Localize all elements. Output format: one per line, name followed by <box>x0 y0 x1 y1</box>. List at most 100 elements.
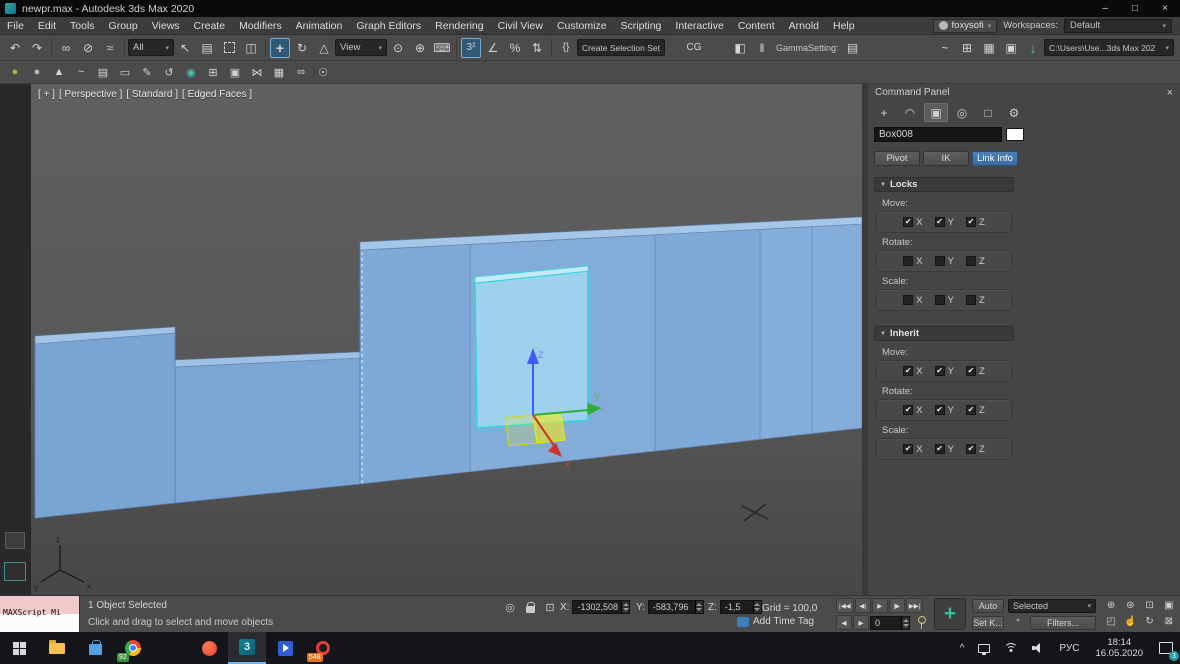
inherit-rotate-y-checkbox[interactable]: ✔Y <box>935 405 954 416</box>
set-keys-button[interactable]: + <box>934 598 966 630</box>
select-by-name-icon[interactable]: ▤ <box>197 38 217 58</box>
object-color-swatch[interactable] <box>1006 128 1024 141</box>
next-key-button[interactable]: |▶ <box>889 598 905 613</box>
menu-civil-view[interactable]: Civil View <box>491 17 550 34</box>
zoom-icon[interactable]: ⊕ <box>1102 598 1120 613</box>
inherit-rollout-header[interactable]: ▼ Inherit <box>874 326 1014 341</box>
previous-key-button[interactable]: ◀| <box>855 598 871 613</box>
inherit-move-z-checkbox[interactable]: ✔Z <box>966 366 985 377</box>
tab-create[interactable]: + <box>872 103 896 122</box>
redo-icon[interactable]: ↷ <box>27 38 47 58</box>
locks-rotate-x-checkbox[interactable]: X <box>903 256 922 267</box>
window-crossing-icon[interactable]: ◫ <box>241 38 261 58</box>
menu-tools[interactable]: Tools <box>63 17 102 34</box>
selection-filter-dropdown[interactable]: All ▾ <box>128 39 174 56</box>
menu-create[interactable]: Create <box>187 17 233 34</box>
inherit-rotate-x-checkbox[interactable]: ✔X <box>903 405 922 416</box>
named-selection-sets-dropdown[interactable]: Create Selection Set ▾ <box>577 39 665 56</box>
panel-icon[interactable]: ▤ <box>93 63 113 81</box>
menu-modifiers[interactable]: Modifiers <box>232 17 289 34</box>
rectangular-selection-region-icon[interactable] <box>219 38 239 58</box>
go-to-start-button[interactable]: |◀◀ <box>836 598 854 613</box>
select-and-scale-icon[interactable]: △ <box>314 38 334 58</box>
tab-utilities[interactable]: ⚙ <box>1002 103 1026 122</box>
menu-animation[interactable]: Animation <box>289 17 350 34</box>
red-app-icon[interactable] <box>190 632 228 664</box>
absolute-mode-icon[interactable]: ⊡ <box>542 599 558 615</box>
clock[interactable]: 18:14 16.05.2020 <box>1086 632 1152 664</box>
key-mode-toggle-icon[interactable] <box>914 615 928 630</box>
workspace-dropdown[interactable]: Default ▾ <box>1064 19 1172 33</box>
geosphere-icon[interactable]: ◉ <box>181 63 201 81</box>
file-explorer-icon[interactable] <box>38 632 76 664</box>
viewport-layout-thumbnail[interactable] <box>4 562 26 581</box>
close-icon[interactable]: × <box>1167 87 1173 99</box>
menu-customize[interactable]: Customize <box>550 17 614 34</box>
viewport-renderer-menu[interactable]: [ Standard ] <box>126 89 178 100</box>
selected-box[interactable] <box>475 266 588 428</box>
zoom-region-icon[interactable]: ◰ <box>1102 614 1120 629</box>
wifi-icon[interactable] <box>997 632 1025 664</box>
bind-to-space-warp-icon[interactable]: ≈ <box>100 38 120 58</box>
menu-group[interactable]: Group <box>102 17 145 34</box>
x-coordinate-field[interactable]: -1302,508 <box>572 600 630 614</box>
inherit-move-x-checkbox[interactable]: ✔X <box>903 366 922 377</box>
spinner-snap-icon[interactable]: ⇅ <box>527 38 547 58</box>
use-pivot-point-icon[interactable]: ⊙ <box>388 38 408 58</box>
maxscript-mini-listener[interactable]: MAXScript Mi <box>0 596 80 633</box>
locks-rollout-header[interactable]: ▼ Locks <box>874 177 1014 192</box>
locks-rotate-y-checkbox[interactable]: Y <box>935 256 954 267</box>
zoom-all-icon[interactable]: ⊛ <box>1121 598 1139 613</box>
add-time-tag[interactable]: Add Time Tag <box>737 616 814 627</box>
ruler-icon[interactable]: ▭ <box>115 63 135 81</box>
select-and-rotate-icon[interactable]: ↻ <box>292 38 312 58</box>
cg-button[interactable]: CG <box>684 38 704 58</box>
tab-hierarchy[interactable]: ▣ <box>924 103 948 122</box>
next-frame-button[interactable]: ▶ <box>853 615 869 630</box>
rendered-frame-window-icon[interactable]: ▣ <box>1001 38 1021 58</box>
mirror-icon[interactable]: ◧ <box>730 38 750 58</box>
pencil-icon[interactable]: ✎ <box>137 63 157 81</box>
account-menu[interactable]: foxysofi ▾ <box>933 19 998 33</box>
zoom-extents-all-icon[interactable]: ▣ <box>1160 598 1178 613</box>
selection-set-key-dropdown[interactable]: Selected ▾ <box>1008 599 1096 613</box>
pan-icon[interactable]: ☝ <box>1121 614 1139 629</box>
curve-editor-icon[interactable]: ~ <box>935 38 955 58</box>
orbit-icon[interactable]: ↻ <box>1141 614 1159 629</box>
edit-named-selection-sets-icon[interactable]: {} <box>556 38 576 58</box>
schematic-view-icon[interactable]: ⊞ <box>957 38 977 58</box>
percent-snap-icon[interactable]: % <box>505 38 525 58</box>
viewport-layout-tab[interactable] <box>5 532 25 549</box>
loop-icon[interactable]: ↺ <box>159 63 179 81</box>
tab-modify[interactable]: ◠ <box>898 103 922 122</box>
menu-interactive[interactable]: Interactive <box>668 17 730 34</box>
auto-key-button[interactable]: Auto <box>972 599 1004 613</box>
select-and-move-icon[interactable]: + <box>270 38 290 58</box>
language-indicator[interactable]: РУС <box>1052 632 1086 664</box>
unlink-selection-icon[interactable]: ⊘ <box>78 38 98 58</box>
angle-snap-icon[interactable]: ∠ <box>483 38 503 58</box>
selection-lock-icon[interactable] <box>522 599 538 615</box>
mountain-icon[interactable]: ▲ <box>49 63 69 81</box>
key-brackets-icon[interactable]: ” <box>1010 616 1026 630</box>
inherit-scale-z-checkbox[interactable]: ✔Z <box>966 444 985 455</box>
menu-scripting[interactable]: Scripting <box>614 17 669 34</box>
bulb-icon[interactable]: ● <box>5 63 25 81</box>
go-to-end-button[interactable]: ▶▶| <box>906 598 924 613</box>
keyboard-shortcut-override-icon[interactable]: ⌨ <box>432 38 452 58</box>
menu-file[interactable]: File <box>0 17 31 34</box>
locks-move-x-checkbox[interactable]: ✔X <box>903 217 922 228</box>
viewport-canvas[interactable]: Z Y x z x y <box>31 84 862 595</box>
action-center-icon[interactable]: 3 <box>1152 632 1180 664</box>
maximize-viewport-icon[interactable]: ⊠ <box>1160 614 1178 629</box>
select-and-link-icon[interactable]: ∞ <box>56 38 76 58</box>
network-icon[interactable] <box>971 632 997 664</box>
object-name-field[interactable]: Box008 <box>874 127 1002 142</box>
snaps-toggle-icon[interactable]: 3² <box>461 38 481 58</box>
tray-expand-icon[interactable]: ^ <box>953 632 972 664</box>
inherit-rotate-z-checkbox[interactable]: ✔Z <box>966 405 985 416</box>
menu-arnold[interactable]: Arnold <box>782 17 826 34</box>
key-filters-button[interactable]: Filters... <box>1030 616 1096 630</box>
link-info-button[interactable]: Link Info <box>972 151 1018 166</box>
lamp-icon[interactable]: ☉ <box>313 63 333 81</box>
